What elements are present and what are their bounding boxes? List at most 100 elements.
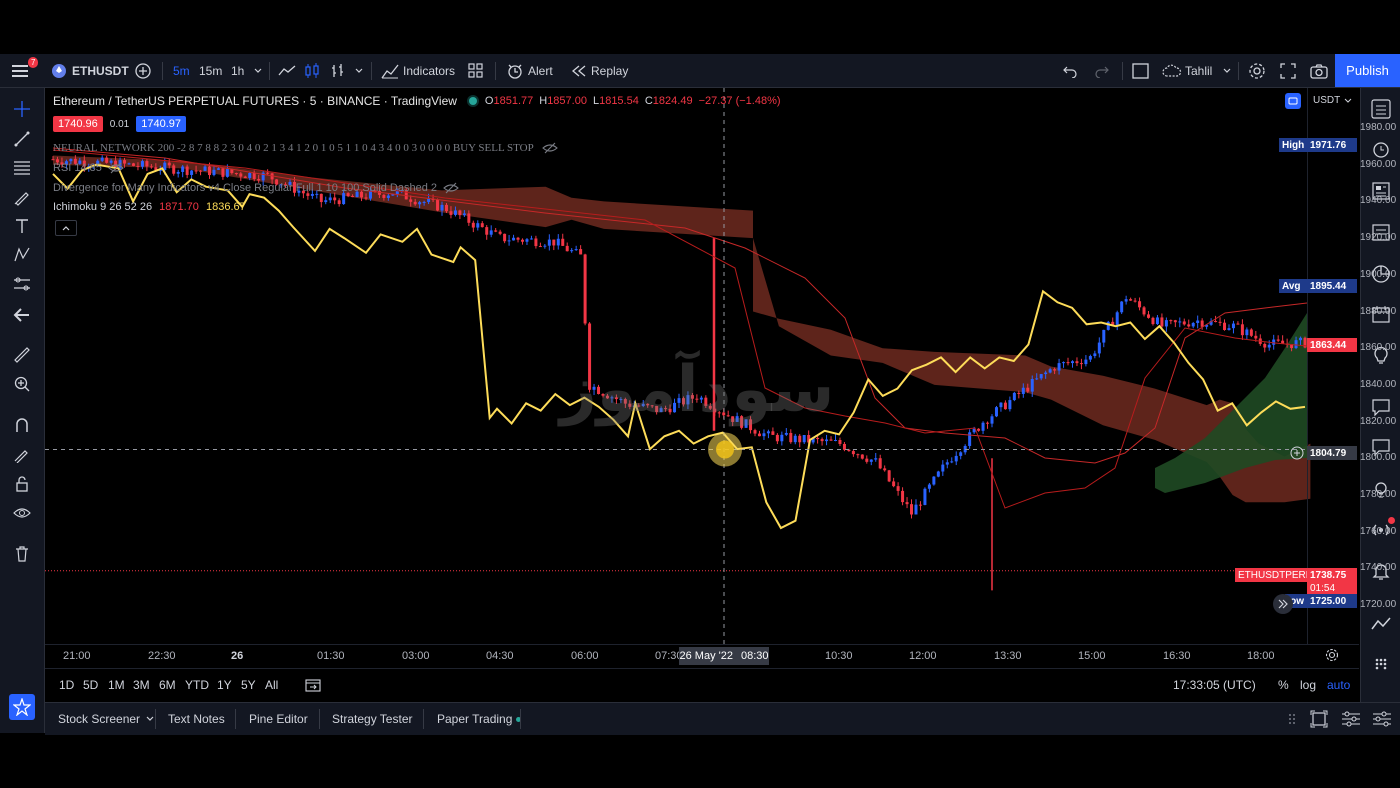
range-all[interactable]: All	[265, 669, 278, 701]
fullscreen-button[interactable]	[1280, 54, 1296, 87]
chart-pane[interactable]: سودآموز Ethereum / TetherUS PERPETUAL FU…	[45, 88, 1396, 668]
favorites-tool[interactable]	[9, 694, 35, 720]
chart-type-line[interactable]	[278, 54, 296, 87]
range-1d[interactable]: 1D	[59, 669, 74, 701]
candle-body	[382, 194, 386, 198]
indicator-neural[interactable]: NEURAL NETWORK 200 -2 8 7 8 8 2 3 0 4 0 …	[53, 142, 558, 154]
chart-type-dropdown[interactable]	[354, 54, 364, 87]
tab-strategy-tester[interactable]: Strategy Tester	[332, 703, 412, 735]
range-ytd[interactable]: YTD	[185, 669, 209, 701]
symbol-price-value: 1738.75	[1307, 568, 1357, 582]
candle-body	[1182, 321, 1186, 325]
back-tool[interactable]	[11, 304, 33, 326]
indicator-divergence-label: Divergence for Many Indicators v4 Close …	[53, 182, 437, 194]
compare-button[interactable]	[134, 54, 152, 87]
currency-label[interactable]: USDT	[1313, 95, 1340, 106]
publish-button[interactable]: Publish	[1335, 54, 1400, 87]
scroll-to-realtime-button[interactable]	[1273, 594, 1293, 614]
lock-tool[interactable]	[11, 473, 33, 495]
indicator-ichimoku[interactable]: Ichimoku 9 26 52 26 1871.70 1836.67	[53, 201, 246, 213]
layout-button[interactable]	[1132, 54, 1150, 87]
chart-settings-button[interactable]	[1325, 648, 1339, 665]
candle-body	[547, 239, 551, 246]
brush-tool[interactable]	[11, 186, 33, 208]
percent-scale-toggle[interactable]: %	[1278, 669, 1289, 701]
tab-pine-editor[interactable]: Pine Editor	[249, 703, 308, 735]
alerts-button[interactable]	[1370, 138, 1392, 160]
price-label: 1980.00	[1360, 122, 1397, 133]
clock-label[interactable]: 17:33:05 (UTC)	[1173, 669, 1256, 701]
prediction-tool[interactable]	[11, 273, 33, 295]
replay-button[interactable]: Replay	[571, 54, 628, 87]
remove-tool[interactable]	[11, 543, 33, 565]
eye-off-icon[interactable]	[541, 142, 558, 154]
settings-button[interactable]	[1248, 54, 1266, 87]
go-to-date-button[interactable]	[305, 669, 321, 701]
indicator-divergence[interactable]: Divergence for Many Indicators v4 Close …	[53, 182, 459, 194]
undo-button[interactable]	[1062, 54, 1078, 87]
indicators-button[interactable]: Indicators	[381, 54, 455, 87]
bid-ask: 1740.96 0.01 1740.97	[53, 116, 186, 132]
candle-body	[1142, 307, 1146, 315]
redo-button[interactable]	[1094, 54, 1110, 87]
auto-scale-toggle[interactable]: auto	[1327, 669, 1350, 701]
symbol-search[interactable]: ETHUSDT	[52, 54, 129, 87]
range-5d[interactable]: 5D	[83, 669, 98, 701]
dom-button[interactable]	[1370, 653, 1392, 675]
symbol-title[interactable]: Ethereum / TetherUS PERPETUAL FUTURES · …	[53, 94, 457, 108]
panel-options-button[interactable]	[1372, 703, 1392, 735]
panel-settings-button[interactable]	[1341, 703, 1361, 735]
candle-body	[310, 193, 314, 196]
chart-type-bars[interactable]	[330, 54, 346, 87]
chart-type-candles[interactable]	[304, 54, 320, 87]
range-6m[interactable]: 6M	[159, 669, 176, 701]
interval-dropdown[interactable]	[253, 54, 263, 87]
add-alert-crosshair-button[interactable]	[1289, 445, 1305, 461]
eye-off-icon[interactable]	[108, 162, 124, 174]
range-1m[interactable]: 1M	[108, 669, 125, 701]
maximize-icon	[1310, 710, 1328, 728]
ask-button[interactable]: 1740.97	[136, 116, 186, 132]
trading-panel-button[interactable]	[1370, 613, 1392, 635]
candle-body	[874, 458, 878, 460]
text-tool[interactable]	[11, 215, 33, 237]
range-5y[interactable]: 5Y	[241, 669, 256, 701]
measure-tool[interactable]	[11, 344, 33, 366]
price-scale[interactable]	[1307, 88, 1360, 644]
alert-button[interactable]: Alert	[506, 54, 553, 87]
stay-drawing-tool[interactable]	[11, 443, 33, 465]
trendline-tool[interactable]	[11, 128, 33, 150]
log-scale-toggle[interactable]: log	[1300, 669, 1316, 701]
maximize-panel-button[interactable]	[1310, 703, 1328, 735]
magnet-tool[interactable]	[11, 414, 33, 436]
time-label: 26	[231, 650, 244, 662]
bid-button[interactable]: 1740.96	[53, 116, 103, 132]
range-1y[interactable]: 1Y	[217, 669, 232, 701]
price-label: 1940.00	[1360, 195, 1397, 207]
chevron-down-icon[interactable]	[1344, 98, 1352, 104]
range-3m[interactable]: 3M	[133, 669, 150, 701]
fib-tool[interactable]	[11, 157, 33, 179]
price-label: 1740.00	[1360, 562, 1397, 574]
layout-dropdown[interactable]	[1222, 54, 1232, 87]
layout-name-button[interactable]: Tahlil	[1162, 54, 1212, 87]
eye-off-icon[interactable]	[443, 182, 459, 194]
watchlist-button[interactable]	[1370, 98, 1392, 120]
indicator-rsi[interactable]: RSI 14 85	[53, 162, 124, 174]
tab-paper-trading[interactable]: Paper Trading	[437, 703, 522, 735]
zoom-tool[interactable]	[11, 373, 33, 395]
templates-button[interactable]	[468, 54, 484, 87]
hide-tool[interactable]	[11, 502, 33, 524]
tab-stock-screener[interactable]: Stock Screener	[58, 703, 155, 735]
screenshot-button[interactable]	[1310, 54, 1328, 87]
interval-15m[interactable]: 15m	[199, 54, 222, 87]
collapse-legend-button[interactable]	[55, 220, 77, 236]
drag-handle[interactable]	[1287, 703, 1297, 735]
auto-scale-button[interactable]	[1285, 93, 1301, 109]
tab-text-notes[interactable]: Text Notes	[168, 703, 225, 735]
pattern-tool[interactable]	[11, 244, 33, 266]
menu-button[interactable]: 7	[12, 54, 39, 87]
interval-1h[interactable]: 1h	[231, 54, 244, 87]
crosshair-tool[interactable]	[11, 98, 33, 120]
interval-5m[interactable]: 5m	[173, 54, 190, 87]
